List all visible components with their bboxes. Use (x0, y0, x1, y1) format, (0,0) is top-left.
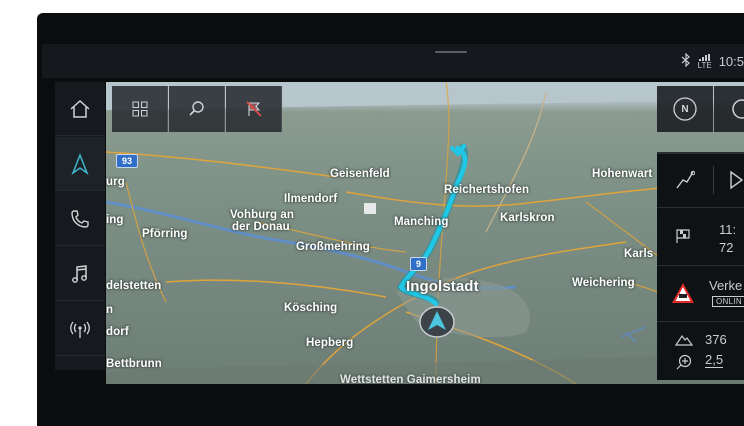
poi-marker-icon[interactable] (364, 203, 376, 214)
destination-flag-icon (676, 229, 690, 243)
map-label: Hohenwart (592, 168, 653, 180)
compass-button[interactable]: N (657, 86, 713, 132)
route-icon (676, 170, 695, 189)
highway-shield-a93: 93 (116, 154, 139, 168)
online-badge: ONLIN (712, 296, 744, 307)
map-menu-button[interactable] (112, 86, 168, 132)
radio-antenna-icon (70, 321, 90, 338)
traffic-warning-icon (672, 283, 694, 303)
left-navigation-bar (55, 82, 105, 370)
map-label: n (106, 304, 114, 316)
map-label: Kösching (284, 302, 338, 314)
clock: 10:5 (718, 53, 744, 69)
map-label: Bettbrunn (106, 358, 162, 370)
map-label: Weichering (572, 277, 635, 289)
map-label: ing (106, 214, 124, 226)
traffic-row[interactable]: Verke ONLIN (657, 266, 744, 322)
phone-icon (71, 209, 89, 228)
grid-menu-icon (132, 101, 147, 117)
play-icon[interactable] (729, 170, 744, 190)
navigation-button[interactable] (55, 137, 105, 191)
home-button[interactable] (55, 82, 105, 136)
altitude-zoom-row: 376 2,5 (657, 322, 744, 382)
route-info-panel: 11: 72 Verke ONLIN 376 2,5 (657, 152, 744, 380)
screen-bottom-bezel (37, 384, 744, 426)
home-icon (70, 99, 90, 118)
status-indicators: LTE 10:5 (681, 52, 744, 70)
gear-icon (732, 99, 744, 119)
eta-row: 11: 72 (657, 208, 744, 266)
search-icon (188, 101, 204, 116)
radio-button[interactable] (55, 302, 105, 356)
navigation-arrow-icon (71, 152, 89, 175)
music-note-icon (72, 264, 87, 283)
pull-down-handle[interactable] (435, 51, 467, 53)
map-label: Ilmendorf (284, 193, 338, 205)
map-label: Karls (624, 248, 654, 260)
map-label: Großmehring (296, 241, 370, 253)
highway-shield-a9: 9 (410, 257, 428, 271)
route-cancel-button[interactable] (226, 86, 282, 132)
route-options-row[interactable] (657, 154, 744, 208)
status-bar (42, 44, 744, 78)
map-label: urg (106, 176, 125, 188)
map-label: Reichertshofen (444, 184, 530, 196)
map-label: Karlskron (500, 212, 555, 224)
map-label: Geisenfeld (330, 168, 390, 180)
zoom-icon[interactable] (675, 354, 693, 372)
map-label: der Donau (232, 221, 290, 233)
altitude-value: 376 (705, 332, 727, 347)
altitude-icon (675, 334, 693, 346)
map-label: Manching (394, 216, 449, 228)
map-label: Vohburg an (230, 209, 295, 221)
map-label: dorf (106, 326, 129, 338)
map-label: Wettstetten Gaimersheim (340, 374, 481, 384)
map-label: Pförring (142, 228, 188, 240)
route-cancel-icon (245, 101, 262, 117)
compass-label: N (681, 103, 689, 115)
lte-signal-icon: LTE (698, 53, 712, 69)
eta-distance: 72 (719, 240, 734, 255)
settings-button[interactable] (714, 86, 744, 132)
media-button[interactable] (55, 247, 105, 301)
divider (713, 166, 714, 194)
eta-time: 11: (719, 222, 737, 237)
zoom-value: 2,5 (705, 352, 724, 368)
bluetooth-icon (681, 52, 691, 70)
map-label-city: Ingolstadt (406, 278, 479, 295)
map-label: Hepberg (306, 337, 354, 349)
map-label: delstetten (106, 280, 162, 292)
map-search-button[interactable] (169, 86, 225, 132)
phone-button[interactable] (55, 192, 105, 246)
traffic-label: Verke (709, 278, 743, 293)
